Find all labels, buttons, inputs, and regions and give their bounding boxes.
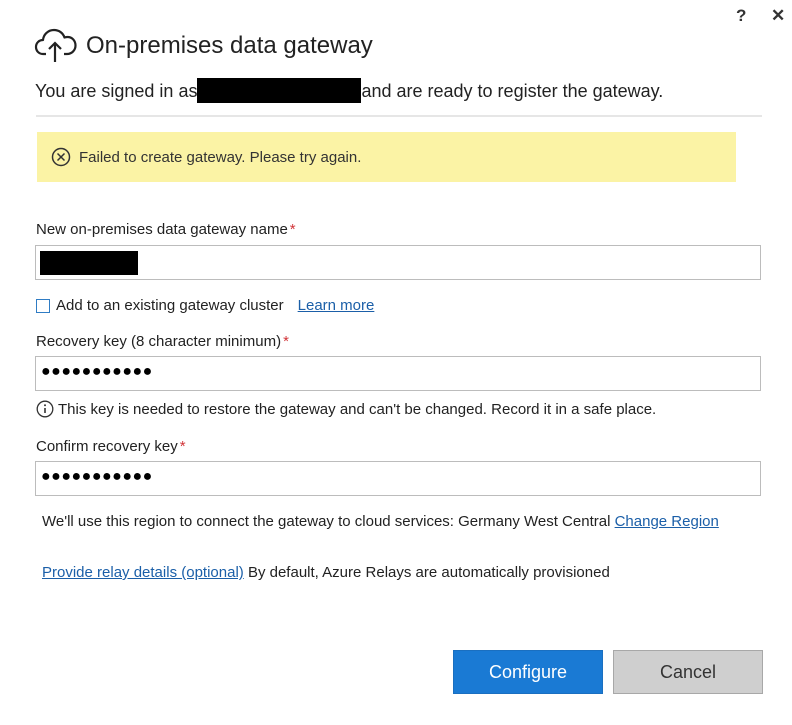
required-marker: *: [179, 438, 186, 455]
error-circle-x-icon: [51, 147, 71, 167]
cancel-button[interactable]: Cancel: [613, 650, 763, 694]
help-button[interactable]: ?: [736, 6, 746, 26]
confirm-key-label: Confirm recovery key *: [36, 438, 186, 455]
close-button[interactable]: ✕: [771, 6, 785, 26]
info-icon: [36, 400, 54, 418]
recovery-key-label-text: Recovery key (8 character minimum): [36, 333, 282, 350]
error-banner: Failed to create gateway. Please try aga…: [37, 132, 736, 182]
recovery-key-label: Recovery key (8 character minimum) *: [36, 333, 289, 350]
relay-description: By default, Azure Relays are automatical…: [247, 564, 610, 581]
learn-more-link[interactable]: Learn more: [298, 297, 375, 314]
cluster-checkbox[interactable]: [36, 298, 50, 313]
gateway-name-label-text: New on-premises data gateway name: [36, 221, 288, 238]
region-description: We'll use this region to connect the gat…: [42, 513, 611, 530]
cluster-checkbox-label[interactable]: Add to an existing gateway cluster: [56, 297, 284, 314]
error-message: Failed to create gateway. Please try aga…: [79, 148, 362, 166]
cluster-checkbox-row: Add to an existing gateway cluster Learn…: [36, 297, 374, 314]
configure-button[interactable]: Configure: [453, 650, 603, 694]
redacted-email: [197, 78, 362, 103]
recovery-key-info: This key is needed to restore the gatewa…: [36, 400, 656, 418]
page-title: On-premises data gateway: [86, 32, 373, 59]
gateway-name-label: New on-premises data gateway name *: [36, 221, 296, 238]
confirm-key-label-text: Confirm recovery key: [36, 438, 178, 455]
required-marker: *: [289, 221, 296, 238]
signed-in-prefix: You are signed in as: [35, 81, 198, 101]
recovery-key-value: ●●●●●●●●●●●: [41, 363, 153, 380]
signed-in-text: You are signed in as and are ready to reg…: [35, 78, 663, 103]
recovery-key-input[interactable]: ●●●●●●●●●●●: [35, 356, 761, 391]
cloud-upload-icon: [34, 27, 78, 65]
change-region-link[interactable]: Change Region: [615, 513, 719, 530]
divider: [36, 115, 762, 117]
region-text: We'll use this region to connect the gat…: [42, 511, 742, 533]
relay-text: Provide relay details (optional) By defa…: [42, 564, 610, 581]
required-marker: *: [283, 333, 289, 350]
dialog-header: On-premises data gateway: [34, 25, 373, 67]
signed-in-suffix: and are ready to register the gateway.: [361, 81, 664, 101]
gateway-name-input[interactable]: [35, 245, 761, 280]
redacted-gateway-name: [40, 251, 138, 275]
recovery-key-info-text: This key is needed to restore the gatewa…: [58, 400, 657, 418]
relay-details-link[interactable]: Provide relay details (optional): [42, 564, 244, 581]
confirm-key-input[interactable]: ●●●●●●●●●●●: [35, 461, 761, 496]
confirm-key-value: ●●●●●●●●●●●: [41, 468, 153, 485]
